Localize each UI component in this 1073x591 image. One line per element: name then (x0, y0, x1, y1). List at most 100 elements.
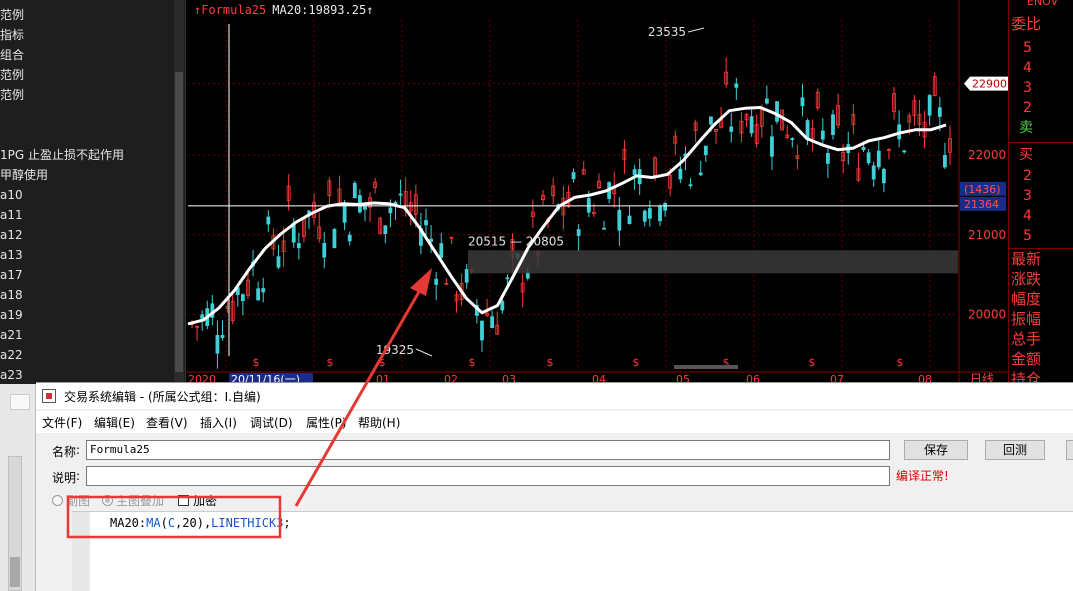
candle-body (881, 168, 886, 184)
menu-item[interactable]: 调试(D) (250, 414, 293, 431)
formula-list-item[interactable]: a22 (0, 348, 23, 362)
menu-item[interactable]: 属性(P) (306, 414, 347, 431)
candle-body (658, 206, 662, 222)
menu-item[interactable]: 插入(I) (200, 414, 237, 431)
buy-level: 4 (1023, 208, 1032, 224)
candle-body (240, 294, 245, 302)
candle-body (424, 220, 428, 226)
save-button[interactable]: 保存 (904, 440, 968, 460)
candle-body (261, 288, 266, 293)
encrypt-checkbox[interactable] (178, 495, 189, 506)
background-scrollbar[interactable] (8, 456, 22, 591)
candle-body (627, 215, 632, 225)
candle-body (820, 130, 825, 140)
formula-list-item[interactable]: a10 (0, 188, 23, 202)
ma20-line (187, 106, 947, 326)
price-axis-label: 20000 (968, 307, 1006, 321)
menu-item[interactable]: 查看(V) (146, 414, 188, 431)
sub-chart-radio[interactable] (52, 495, 63, 506)
candle-body (342, 204, 347, 223)
scrollbar-thumb[interactable] (10, 557, 20, 587)
candle-body (500, 300, 505, 311)
time-scroll-indicator[interactable] (674, 365, 738, 369)
code-end: ; (283, 516, 291, 530)
candle-body (388, 207, 393, 214)
candle-body (826, 153, 830, 164)
candle-body (678, 168, 683, 180)
formula-list-item[interactable]: a18 (0, 288, 23, 302)
candle-body (790, 138, 795, 140)
main-overlay-radio[interactable] (102, 495, 113, 506)
formula-list-item[interactable]: 组合 (0, 48, 24, 62)
editor-titlebar[interactable]: 交易系统编辑 - (所属公式组：I.自编) (36, 383, 1073, 409)
candle-body (775, 101, 779, 122)
low-price-label: 19325 (376, 343, 414, 357)
dividend-marker-icon: $ (253, 356, 260, 369)
trading-system-editor-window: 交易系统编辑 - (所属公式组：I.自编) 文件(F) 编辑(E) 查看(V) 插入(… (36, 382, 1073, 591)
code-editor[interactable]: MA20:MA(C,20),LINETHICK3; (72, 511, 1073, 591)
formula-list-scrollbar[interactable] (174, 0, 184, 384)
candle-body (729, 126, 734, 132)
compile-status: 编译正常! (896, 469, 949, 483)
backtest-button[interactable]: 回测 (985, 440, 1045, 460)
formula-list-item[interactable]: 指标 (0, 28, 24, 42)
formula-list-item[interactable]: a12 (0, 228, 23, 242)
code-line[interactable]: MA20:MA(C,20),LINETHICK3; (110, 516, 291, 530)
candle-body (398, 193, 403, 196)
colon-text: : (76, 443, 81, 457)
menu-item[interactable]: 文件(F) (42, 414, 82, 431)
candle-body (200, 314, 205, 319)
candle-body (215, 334, 220, 354)
description-input[interactable] (86, 466, 890, 486)
candle-body (296, 243, 301, 249)
formula-list-item[interactable]: 范例 (0, 88, 24, 102)
buy-label: 买 (1019, 147, 1033, 163)
candle-body (902, 150, 907, 153)
editor-title: 交易系统编辑 - (所属公式组：I.自编) (64, 390, 261, 404)
candle-body (429, 238, 434, 242)
candle-body (663, 202, 668, 211)
sell-level: 2 (1023, 100, 1032, 116)
description-label: 说明 (52, 471, 77, 485)
formula-list-item[interactable]: 范例 (0, 8, 24, 22)
chart-legend: ↑Formula25 MA20:19893.25↑ (194, 3, 373, 17)
formula-list-item[interactable]: a23 (0, 368, 23, 382)
formula-list-item[interactable]: a19 (0, 308, 23, 322)
dividend-marker-icon: $ (633, 356, 640, 369)
formula-name-input[interactable]: Formula25 (86, 440, 890, 460)
formula-list-item[interactable]: a11 (0, 208, 23, 222)
formula-list-item[interactable]: 范例 (0, 68, 24, 82)
candle-body (937, 107, 942, 117)
code-paren: ( (160, 516, 168, 530)
candle-body (352, 182, 357, 199)
candle-body (571, 172, 576, 180)
formula-list-item[interactable]: a17 (0, 268, 23, 282)
app-icon (42, 389, 56, 403)
candle-body (800, 97, 805, 107)
menu-item[interactable]: 帮助(H) (358, 414, 400, 431)
sell-level: 4 (1023, 60, 1032, 76)
candle-body (770, 136, 774, 157)
quote-info-label: 涨跌 (1011, 270, 1042, 288)
formula-list-item[interactable]: 1PG 止盈止损不起作用 (0, 148, 124, 162)
menu-item[interactable]: 编辑(E) (94, 414, 135, 431)
more-button[interactable] (1066, 440, 1073, 460)
quote-info-label: 最新 (1011, 250, 1042, 268)
formula-list-item[interactable]: a13 (0, 248, 23, 262)
code-gutter (72, 512, 90, 591)
formula-list-item[interactable]: a21 (0, 328, 23, 342)
formula-list-item[interactable]: 甲醇使用 (0, 168, 48, 182)
price-axis-label: 21000 (968, 228, 1006, 242)
background-window-box (10, 394, 30, 410)
code-arg-close: C (167, 516, 176, 530)
scrollbar-thumb[interactable] (175, 72, 183, 372)
candlestick-chart[interactable]: 20515 — 20805 23535 19325 22000 21000 20000 22… (186, 0, 1073, 384)
candle-body (434, 278, 439, 285)
legend-formula-name: Formula25 (201, 3, 267, 17)
crosshair-tag-top-text: (1436) (964, 183, 1001, 196)
main-overlay-label: 主图叠加 (116, 494, 165, 508)
candle-body (647, 208, 652, 219)
chart-canvas[interactable]: 20515 — 20805235351932522000210002000022… (186, 0, 1073, 384)
colon-text: : (76, 469, 81, 483)
sub-chart-label: 副图 (66, 494, 91, 508)
